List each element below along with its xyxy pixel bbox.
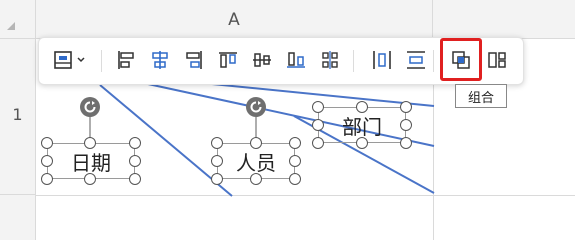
resize-handle[interactable]	[41, 173, 53, 185]
distribute-vertical-icon	[407, 51, 425, 69]
align-bottom-icon	[287, 52, 305, 68]
resize-handle[interactable]	[129, 173, 141, 185]
resize-handle[interactable]	[289, 155, 301, 167]
align-left-button[interactable]	[113, 47, 139, 73]
resize-handle[interactable]	[211, 137, 223, 149]
align-middle-icon	[253, 53, 271, 67]
resize-handle[interactable]	[84, 137, 96, 149]
distribute-horizontal-button[interactable]	[369, 47, 395, 73]
resize-handle[interactable]	[356, 137, 368, 149]
align-middle-button[interactable]	[249, 47, 275, 73]
textbox-dept-label: 部门	[342, 114, 382, 139]
align-dropdown-button[interactable]	[51, 47, 91, 73]
align-center-icon	[152, 51, 168, 69]
align-top-button[interactable]	[215, 47, 241, 73]
align-right-button[interactable]	[181, 47, 207, 73]
rotate-handle-date-icon[interactable]	[80, 97, 100, 117]
align-top-icon	[219, 52, 237, 68]
textbox-person-label: 人员	[236, 150, 276, 175]
align-bottom-button[interactable]	[283, 47, 309, 73]
resize-handle[interactable]	[250, 173, 262, 185]
align-dropdown-icon	[54, 51, 85, 69]
align-right-icon	[186, 51, 202, 69]
rotate-handle-person-icon[interactable]	[246, 97, 266, 117]
connector-lines	[89, 83, 435, 197]
align-grid-icon	[322, 51, 338, 69]
resize-handle[interactable]	[400, 137, 412, 149]
align-left-icon	[118, 51, 134, 69]
resize-handle[interactable]	[400, 101, 412, 113]
resize-handle[interactable]	[356, 101, 368, 113]
resize-handle[interactable]	[211, 155, 223, 167]
resize-handle[interactable]	[84, 173, 96, 185]
resize-handle[interactable]	[129, 137, 141, 149]
textbox-date-label: 日期	[71, 150, 111, 175]
ungroup-icon	[488, 52, 506, 68]
ungroup-button[interactable]	[484, 47, 510, 73]
distribute-vertical-button[interactable]	[403, 47, 429, 73]
resize-handle[interactable]	[289, 137, 301, 149]
align-more-button[interactable]	[317, 47, 343, 73]
resize-handle[interactable]	[312, 119, 324, 131]
resize-handle[interactable]	[211, 173, 223, 185]
resize-handle[interactable]	[129, 155, 141, 167]
resize-handle[interactable]	[312, 137, 324, 149]
resize-handle[interactable]	[41, 137, 53, 149]
toolbar-separator	[353, 50, 354, 72]
group-button-highlight	[440, 38, 482, 81]
resize-handle[interactable]	[289, 173, 301, 185]
group-tooltip: 组合	[455, 84, 507, 108]
toolbar-separator	[101, 50, 102, 72]
distribute-horizontal-icon	[373, 51, 391, 69]
resize-handle[interactable]	[250, 137, 262, 149]
resize-handle[interactable]	[312, 101, 324, 113]
resize-handle[interactable]	[41, 155, 53, 167]
align-center-button[interactable]	[147, 47, 173, 73]
toolbar-separator	[433, 50, 434, 72]
resize-handle[interactable]	[400, 119, 412, 131]
